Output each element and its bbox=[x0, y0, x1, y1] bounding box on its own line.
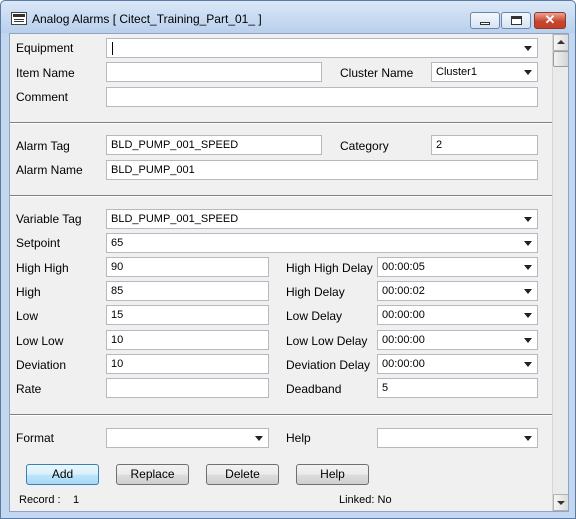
deviation-label: Deviation bbox=[16, 358, 67, 372]
high-delay-label: High Delay bbox=[286, 285, 345, 299]
vertical-scrollbar[interactable] bbox=[552, 34, 568, 511]
replace-button[interactable]: Replace bbox=[116, 464, 189, 485]
minimize-button[interactable] bbox=[470, 12, 500, 29]
alarm-name-field[interactable]: BLD_PUMP_001 bbox=[106, 160, 538, 180]
chevron-down-icon bbox=[524, 362, 532, 367]
scroll-up-button[interactable] bbox=[553, 34, 568, 51]
low-low-delay-combo[interactable]: 00:00:00 bbox=[377, 330, 538, 350]
rate-field[interactable] bbox=[106, 378, 269, 398]
record-label: Record : bbox=[19, 494, 61, 506]
title-bar[interactable]: Analog Alarms [ Citect_Training_Part_01_… bbox=[1, 1, 575, 33]
chevron-down-icon bbox=[524, 289, 532, 294]
rate-label: Rate bbox=[16, 382, 42, 396]
low-delay-combo[interactable]: 00:00:00 bbox=[377, 305, 538, 325]
low-low-delay-label: Low Low Delay bbox=[286, 334, 368, 348]
format-label: Format bbox=[16, 431, 55, 445]
chevron-down-icon bbox=[524, 313, 532, 318]
chevron-down-icon bbox=[255, 436, 263, 441]
deviation-delay-value: 00:00:00 bbox=[382, 358, 425, 370]
high-high-delay-label: High High Delay bbox=[286, 261, 373, 275]
help-label: Help bbox=[286, 431, 311, 445]
maximize-button[interactable] bbox=[501, 12, 531, 29]
category-field[interactable]: 2 bbox=[431, 135, 538, 155]
high-label: High bbox=[16, 285, 41, 299]
low-delay-label: Low Delay bbox=[286, 309, 343, 323]
low-delay-value: 00:00:00 bbox=[382, 309, 425, 321]
comment-label: Comment bbox=[16, 90, 69, 104]
scroll-down-button[interactable] bbox=[553, 494, 568, 511]
form-icon bbox=[11, 12, 27, 25]
format-combo[interactable] bbox=[106, 428, 269, 448]
section-divider bbox=[10, 195, 552, 197]
high-high-field[interactable]: 90 bbox=[106, 257, 269, 277]
low-low-label: Low Low bbox=[16, 334, 64, 348]
cluster-name-label: Cluster Name bbox=[340, 66, 414, 80]
chevron-down-icon bbox=[524, 241, 532, 246]
deadband-label: Deadband bbox=[286, 382, 342, 396]
chevron-down-icon bbox=[524, 265, 532, 270]
equipment-label: Equipment bbox=[16, 41, 74, 55]
equipment-combo[interactable] bbox=[106, 38, 538, 58]
alarm-tag-label: Alarm Tag bbox=[16, 139, 70, 153]
form-body: Equipment Item Name Cluster Name Cluster… bbox=[9, 33, 569, 512]
variable-tag-value: BLD_PUMP_001_SPEED bbox=[111, 213, 239, 225]
setpoint-value: 65 bbox=[111, 237, 124, 249]
window-title: Analog Alarms [ Citect_Training_Part_01_… bbox=[32, 12, 262, 26]
variable-tag-combo[interactable]: BLD_PUMP_001_SPEED bbox=[106, 209, 538, 229]
setpoint-combo[interactable]: 65 bbox=[106, 233, 538, 253]
high-delay-value: 00:00:02 bbox=[382, 285, 425, 297]
delete-button[interactable]: Delete bbox=[206, 464, 279, 485]
category-label: Category bbox=[340, 139, 389, 153]
chevron-down-icon bbox=[524, 70, 532, 75]
chevron-down-icon bbox=[524, 436, 532, 441]
chevron-down-icon bbox=[524, 338, 532, 343]
alarm-tag-field[interactable]: BLD_PUMP_001_SPEED bbox=[106, 135, 322, 155]
cluster-name-combo[interactable]: Cluster1 bbox=[431, 62, 538, 82]
low-label: Low bbox=[16, 309, 39, 323]
chevron-down-icon bbox=[524, 217, 532, 222]
scroll-thumb[interactable] bbox=[553, 51, 568, 67]
item-name-label: Item Name bbox=[16, 66, 75, 80]
low-field[interactable]: 15 bbox=[106, 305, 269, 325]
linked-status: Linked: No bbox=[339, 494, 392, 506]
deadband-field[interactable]: 5 bbox=[377, 378, 538, 398]
high-delay-combo[interactable]: 00:00:02 bbox=[377, 281, 538, 301]
close-icon: ✕ bbox=[544, 12, 556, 27]
low-low-delay-value: 00:00:00 bbox=[382, 334, 425, 346]
setpoint-label: Setpoint bbox=[16, 236, 61, 250]
alarm-name-label: Alarm Name bbox=[16, 163, 83, 177]
high-high-delay-combo[interactable]: 00:00:05 bbox=[377, 257, 538, 277]
analog-alarms-window: Analog Alarms [ Citect_Training_Part_01_… bbox=[0, 0, 576, 519]
deviation-delay-label: Deviation Delay bbox=[286, 358, 371, 372]
record-value: 1 bbox=[73, 494, 80, 506]
chevron-down-icon bbox=[524, 46, 532, 51]
section-divider bbox=[10, 122, 552, 124]
add-button[interactable]: Add bbox=[26, 464, 99, 485]
cluster-name-value: Cluster1 bbox=[436, 66, 477, 78]
help-combo[interactable] bbox=[377, 428, 538, 448]
deviation-delay-combo[interactable]: 00:00:00 bbox=[377, 354, 538, 374]
deviation-field[interactable]: 10 bbox=[106, 354, 269, 374]
high-field[interactable]: 85 bbox=[106, 281, 269, 301]
variable-tag-label: Variable Tag bbox=[16, 212, 82, 226]
comment-field[interactable] bbox=[106, 87, 538, 107]
high-high-delay-value: 00:00:05 bbox=[382, 261, 425, 273]
help-button[interactable]: Help bbox=[296, 464, 369, 485]
section-divider bbox=[10, 414, 552, 416]
close-button[interactable]: ✕ bbox=[534, 12, 566, 29]
low-low-field[interactable]: 10 bbox=[106, 330, 269, 350]
item-name-field[interactable] bbox=[106, 62, 322, 82]
high-high-label: High High bbox=[16, 261, 69, 275]
text-caret bbox=[112, 42, 113, 55]
